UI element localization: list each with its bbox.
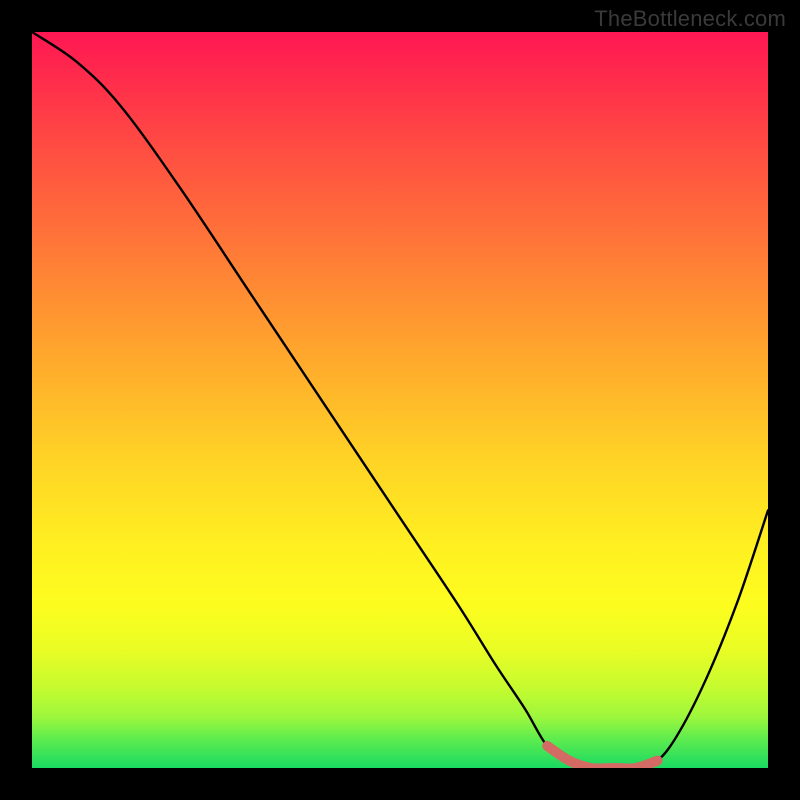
chart-container: TheBottleneck.com	[0, 0, 800, 800]
bottleneck-curve-path	[32, 32, 768, 768]
chart-svg	[32, 32, 768, 768]
highlight-flat-path	[547, 746, 657, 768]
plot-area	[32, 32, 768, 768]
watermark-text: TheBottleneck.com	[594, 6, 786, 32]
